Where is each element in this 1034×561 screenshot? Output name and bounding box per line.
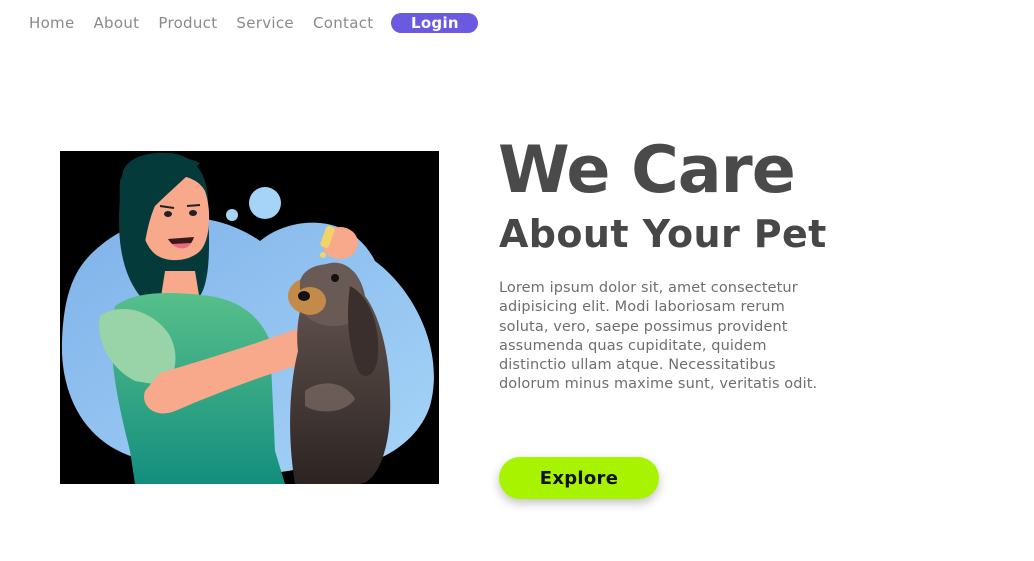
hero-description: Lorem ipsum dolor sit, amet consectetur … bbox=[499, 280, 818, 393]
login-button[interactable]: Login bbox=[391, 13, 479, 33]
nav-link-product[interactable]: Product bbox=[158, 13, 217, 33]
nav-link-service[interactable]: Service bbox=[236, 13, 294, 33]
hero-headline: We Care bbox=[498, 133, 796, 208]
explore-button[interactable]: Explore bbox=[499, 457, 659, 499]
top-nav: Home About Product Service Contact Login bbox=[29, 13, 479, 33]
hero-subheadline: About Your Pet bbox=[499, 212, 827, 256]
nav-link-about[interactable]: About bbox=[94, 13, 140, 33]
nav-link-home[interactable]: Home bbox=[29, 13, 75, 33]
nav-link-contact[interactable]: Contact bbox=[313, 13, 373, 33]
hero-illustration bbox=[60, 151, 439, 484]
